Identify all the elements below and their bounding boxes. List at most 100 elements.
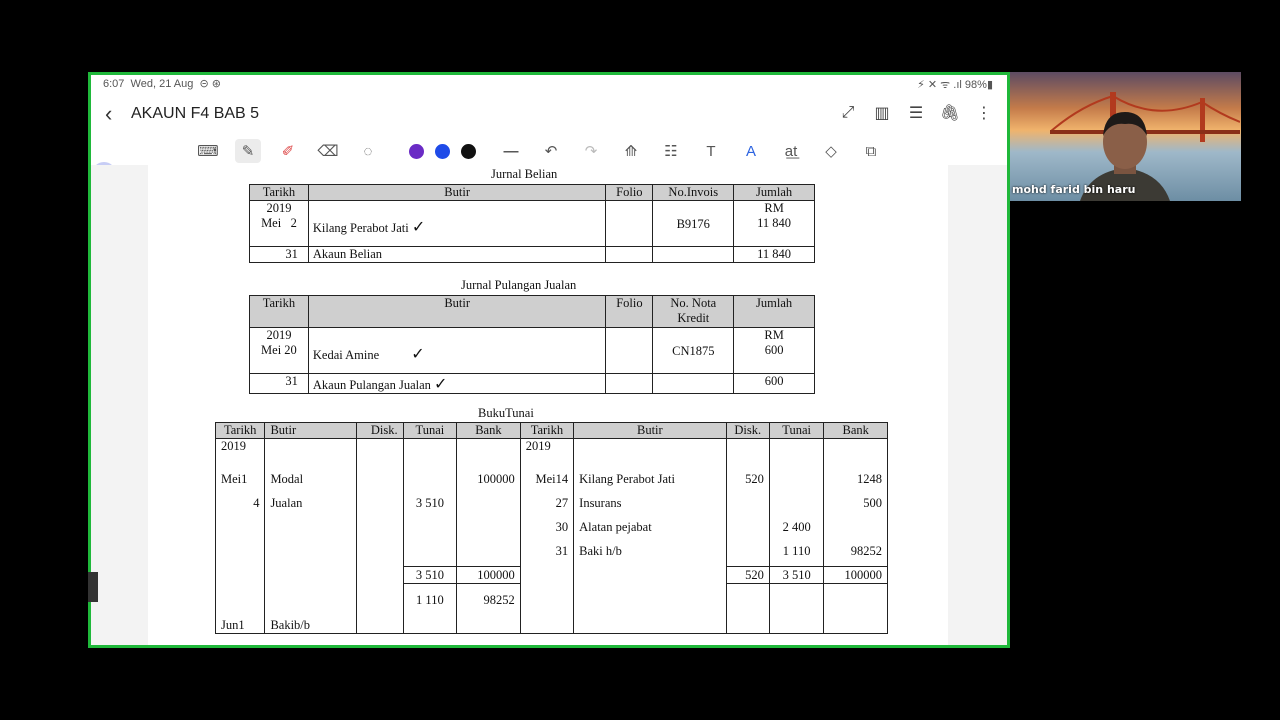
col-tarikh: Tarikh: [249, 184, 309, 201]
eraser-icon[interactable]: ⌫: [315, 139, 341, 163]
bank-cell: 500: [823, 486, 888, 511]
col-butir: Butir: [307, 295, 607, 328]
date-cell: 30: [519, 510, 575, 535]
carry-bank: 98252: [456, 583, 521, 618]
unit: RM: [764, 328, 784, 342]
table-row: 31 Akaun Belian 11 840: [249, 246, 815, 263]
table-header-row: Tarikh Butir Folio No. Nota Kredit Jumla…: [249, 295, 815, 328]
attach-icon[interactable]: 🖇: [940, 104, 960, 122]
col-tunai-left: Tunai: [402, 422, 458, 439]
total-disk-right: 520: [725, 566, 770, 584]
disk-cell: [725, 486, 770, 511]
font-style-icon[interactable]: A: [738, 139, 764, 163]
date-cell: 4: [214, 486, 266, 511]
col-butir: Butir: [307, 184, 607, 201]
total-tunai-left: 3 510: [402, 566, 458, 584]
jurnal-pulangan-table: Tarikh Butir Folio No. Nota Kredit Jumla…: [249, 295, 815, 394]
text-convert-icon[interactable]: a͟t: [778, 139, 804, 163]
jumlah-cell: RM 600: [733, 327, 815, 374]
participant-video-tile[interactable]: mohd farid bin haru: [1010, 72, 1241, 201]
col-tarikh: Tarikh: [249, 295, 309, 328]
text-align-icon[interactable]: ☷: [658, 139, 684, 163]
carry-tunai: 1 110: [402, 583, 458, 618]
col-butir-right: Butir: [573, 422, 727, 439]
tunai-cell: 1 110: [768, 534, 825, 559]
status-time: 6:07: [103, 78, 125, 90]
col-nota-kredit: No. Nota Kredit: [652, 295, 735, 328]
expand-icon[interactable]: ⤢: [839, 104, 857, 122]
butir-text: Kilang Perabot Jati: [312, 221, 409, 235]
book-icon[interactable]: ▥: [873, 104, 891, 122]
folio-cell: [605, 200, 654, 247]
battery-icon: ▮: [986, 79, 993, 91]
checkmark-icon: ✓: [434, 374, 448, 393]
table-row: Jun1 Bakib/b: [214, 617, 888, 634]
spacer-row: [214, 558, 888, 567]
buku-tunai-table: Tarikh Butir Disk. Tunai Bank Tarikh But…: [214, 422, 888, 634]
col-butir-left: Butir: [264, 422, 358, 439]
date-cell: Mei1: [214, 454, 266, 487]
shapes-icon[interactable]: ◇: [818, 139, 844, 163]
bank-cell: 100000: [456, 454, 521, 487]
butir-cell: Kilang Perabot Jati: [573, 454, 727, 487]
col-tarikh-left: Tarikh: [214, 422, 266, 439]
date: Mei 2: [261, 216, 297, 230]
invois-cell: [652, 246, 735, 263]
year-left: 2019: [214, 438, 266, 455]
butir-cell: Insurans: [573, 486, 727, 511]
jumlah-cell: 11 840: [733, 246, 815, 263]
tarikh-cell: 2019 Mei 20: [249, 327, 309, 374]
nota-cell: [652, 373, 735, 394]
worksheet-page: Jurnal Belian Tarikh Butir Folio No.Invo…: [148, 165, 948, 645]
col-disk-left: Disk.: [356, 422, 404, 439]
tunai-cell: 3 510: [402, 486, 458, 511]
keyboard-icon[interactable]: ⌨: [195, 139, 221, 163]
notification-icons: ⊝ ⊛: [199, 78, 221, 90]
handwriting-text-icon[interactable]: T: [698, 139, 724, 163]
lasso-icon[interactable]: ◌: [355, 139, 381, 163]
unit: RM: [764, 201, 784, 215]
butir-text: Kedai Amine: [312, 348, 380, 362]
invois-value: B9176: [676, 217, 710, 231]
col-tarikh-right: Tarikh: [519, 422, 575, 439]
buku-tunai-title: BukuTunai: [478, 406, 534, 420]
status-left: 6:07 Wed, 21 Aug ⊝ ⊛: [103, 77, 221, 90]
redo-icon[interactable]: ↷: [578, 139, 604, 163]
side-panel-handle[interactable]: [88, 572, 98, 602]
line-width-icon[interactable]: —: [498, 139, 524, 163]
highlighter-icon[interactable]: ✐: [275, 139, 301, 163]
back-arrow-icon[interactable]: ‹: [105, 103, 112, 125]
butir-text: Akaun Pulangan Jualan: [312, 378, 431, 392]
more-vert-icon[interactable]: ⋮: [975, 104, 993, 122]
note-canvas[interactable]: Jurnal Belian Tarikh Butir Folio No.Invo…: [91, 165, 1007, 645]
folio-cell: [605, 373, 654, 394]
title-bar: ‹ AKAUN F4 BAB 5 ⤢ ▥ ☰ 🖇 ⋮: [91, 95, 1007, 135]
list-icon[interactable]: ☰: [907, 104, 925, 122]
butir-cell: Alatan pejabat: [573, 510, 727, 535]
nota-value: CN1875: [672, 344, 715, 358]
disk-cell: [725, 534, 770, 559]
tunai-cell: 2 400: [768, 510, 825, 535]
butir-cell: Modal: [264, 454, 358, 487]
col-bank-left: Bank: [456, 422, 521, 439]
table-row: 2019 Mei 2 Kilang Perabot Jati ✓ B9176 R…: [249, 200, 815, 247]
shape-pen-icon[interactable]: ⟰: [618, 139, 644, 163]
pen-color-black[interactable]: [461, 143, 476, 159]
col-invois: No.Invois: [652, 184, 735, 201]
disk-cell: [356, 486, 404, 511]
year: 2019: [266, 328, 292, 342]
undo-icon[interactable]: ↶: [538, 139, 564, 163]
nota-cell: CN1875: [652, 327, 735, 374]
pen-color-purple[interactable]: [409, 143, 424, 159]
tunai-cell: [768, 454, 825, 487]
carry-row: 1 110 98252: [214, 583, 888, 618]
note-app-window: 6:07 Wed, 21 Aug ⊝ ⊛ ⚡ ✕ ᯤ .ıl 98%▮ ‹ AK…: [88, 72, 1010, 648]
read-mode-icon[interactable]: ⧉: [858, 139, 884, 163]
pen-icon[interactable]: ✎: [235, 139, 261, 163]
butir-cell: Akaun Pulangan Jualan ✓: [307, 373, 607, 394]
butir-cell: Baki h/b: [573, 534, 727, 559]
amount: 600: [764, 343, 784, 357]
butir-cell: Jualan: [264, 486, 358, 511]
pen-color-blue[interactable]: [435, 143, 450, 159]
title-actions: ⤢ ▥ ☰ 🖇 ⋮: [839, 104, 993, 122]
